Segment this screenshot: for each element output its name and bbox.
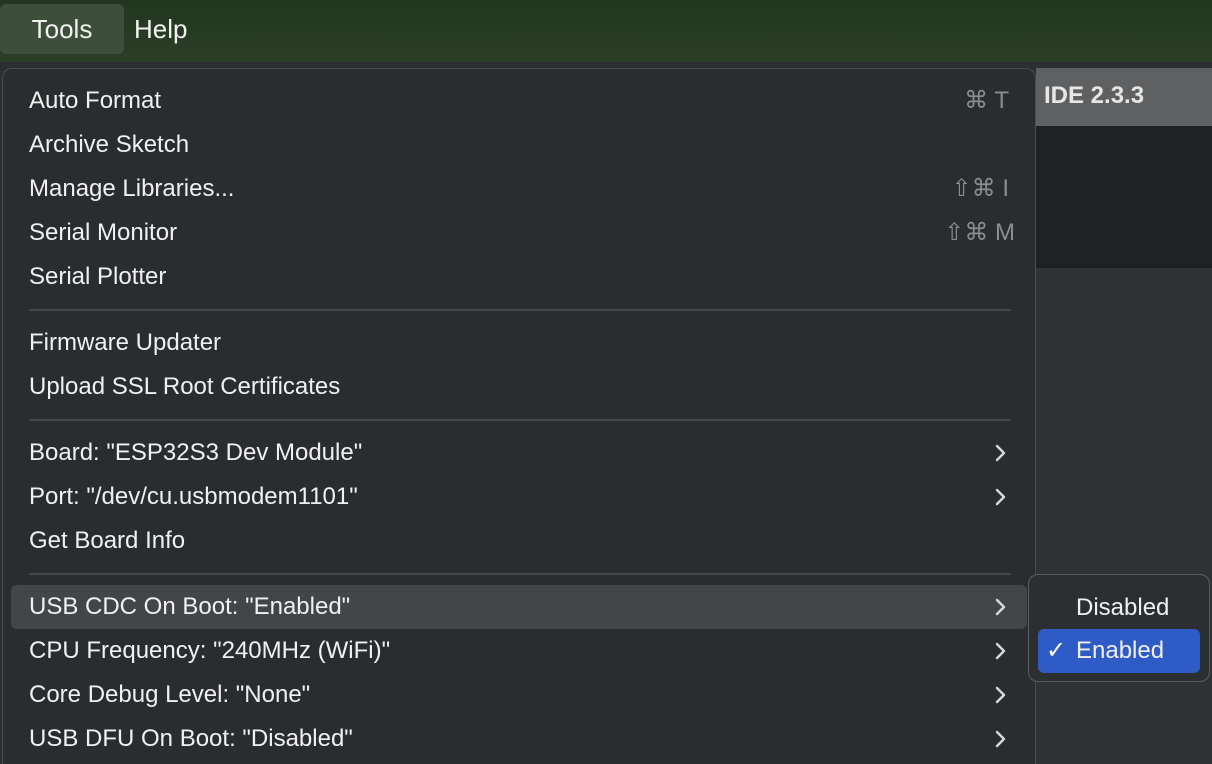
menu-item-label: USB CDC On Boot: "Enabled" — [29, 593, 351, 620]
menu-item-serial-plotter[interactable]: Serial Plotter — [11, 255, 1027, 299]
menu-item-usb-dfu-on-boot[interactable]: USB DFU On Boot: "Disabled" — [11, 717, 1027, 761]
menu-separator — [29, 309, 1011, 311]
menu-item-label: Manage Libraries... — [29, 175, 235, 202]
app-toolbar-area — [1036, 126, 1212, 268]
menu-item-serial-monitor[interactable]: Serial Monitor ⇧⌘ M — [11, 211, 1027, 255]
chevron-right-icon — [995, 642, 1006, 660]
menu-separator — [29, 573, 1011, 575]
chevron-right-icon — [995, 686, 1006, 704]
menu-item-upload-ssl[interactable]: Upload SSL Root Certificates — [11, 365, 1027, 409]
menubar: Tools Help — [0, 0, 1212, 62]
menu-item-label: Firmware Updater — [29, 329, 222, 356]
menu-item-label: Auto Format — [29, 87, 162, 114]
chevron-right-icon — [995, 730, 1006, 748]
menu-item-usb-cdc-on-boot[interactable]: USB CDC On Boot: "Enabled" — [11, 585, 1027, 629]
shortcut-label: ⌘ T — [964, 87, 1009, 114]
menu-item-auto-format[interactable]: Auto Format ⌘ T — [11, 79, 1027, 123]
menu-item-firmware-updater[interactable]: Firmware Updater — [11, 321, 1027, 365]
menu-item-label: USB DFU On Boot: "Disabled" — [29, 725, 353, 752]
menu-item-cpu-frequency[interactable]: CPU Frequency: "240MHz (WiFi)" — [11, 629, 1027, 673]
chevron-right-icon — [995, 488, 1006, 506]
menu-item-board[interactable]: Board: "ESP32S3 Dev Module" — [11, 431, 1027, 475]
menu-item-label: Board: "ESP32S3 Dev Module" — [29, 439, 363, 466]
submenu-item-label: Enabled — [1076, 637, 1165, 664]
checkmark-icon: ✓ — [1046, 637, 1067, 664]
menu-item-label: Archive Sketch — [29, 131, 190, 158]
menu-separator — [29, 419, 1011, 421]
tools-menu: Auto Format ⌘ T Archive Sketch Manage Li… — [2, 68, 1036, 764]
menu-item-core-debug-level[interactable]: Core Debug Level: "None" — [11, 673, 1027, 717]
shortcut-label: ⇧⌘ M — [944, 219, 1015, 246]
menubar-help[interactable]: Help — [134, 4, 187, 54]
chevron-right-icon — [995, 444, 1006, 462]
menu-item-label: Serial Monitor — [29, 219, 178, 246]
menu-item-label: Port: "/dev/cu.usbmodem1101" — [29, 483, 358, 510]
menu-item-label: Serial Plotter — [29, 263, 167, 290]
menu-item-label: Upload SSL Root Certificates — [29, 373, 341, 400]
menu-item-get-board-info[interactable]: Get Board Info — [11, 519, 1027, 563]
shortcut-label: ⇧⌘ I — [951, 175, 1009, 202]
chevron-right-icon — [995, 598, 1006, 616]
menu-item-label: CPU Frequency: "240MHz (WiFi)" — [29, 637, 391, 664]
menu-item-label: Get Board Info — [29, 527, 186, 554]
app-title: IDE 2.3.3 — [1044, 82, 1145, 109]
app-body — [1036, 268, 1212, 764]
submenu-item-label: Disabled — [1076, 594, 1170, 621]
usb-cdc-submenu: Disabled ✓ Enabled — [1028, 574, 1210, 682]
menu-item-manage-libraries[interactable]: Manage Libraries... ⇧⌘ I — [11, 167, 1027, 211]
submenu-item-disabled[interactable]: Disabled — [1038, 586, 1200, 630]
menubar-tools[interactable]: Tools — [0, 4, 124, 54]
menu-item-archive-sketch[interactable]: Archive Sketch — [11, 123, 1027, 167]
submenu-item-enabled[interactable]: ✓ Enabled — [1038, 629, 1200, 673]
menu-item-label: Core Debug Level: "None" — [29, 681, 311, 708]
menu-item-port[interactable]: Port: "/dev/cu.usbmodem1101" — [11, 475, 1027, 519]
